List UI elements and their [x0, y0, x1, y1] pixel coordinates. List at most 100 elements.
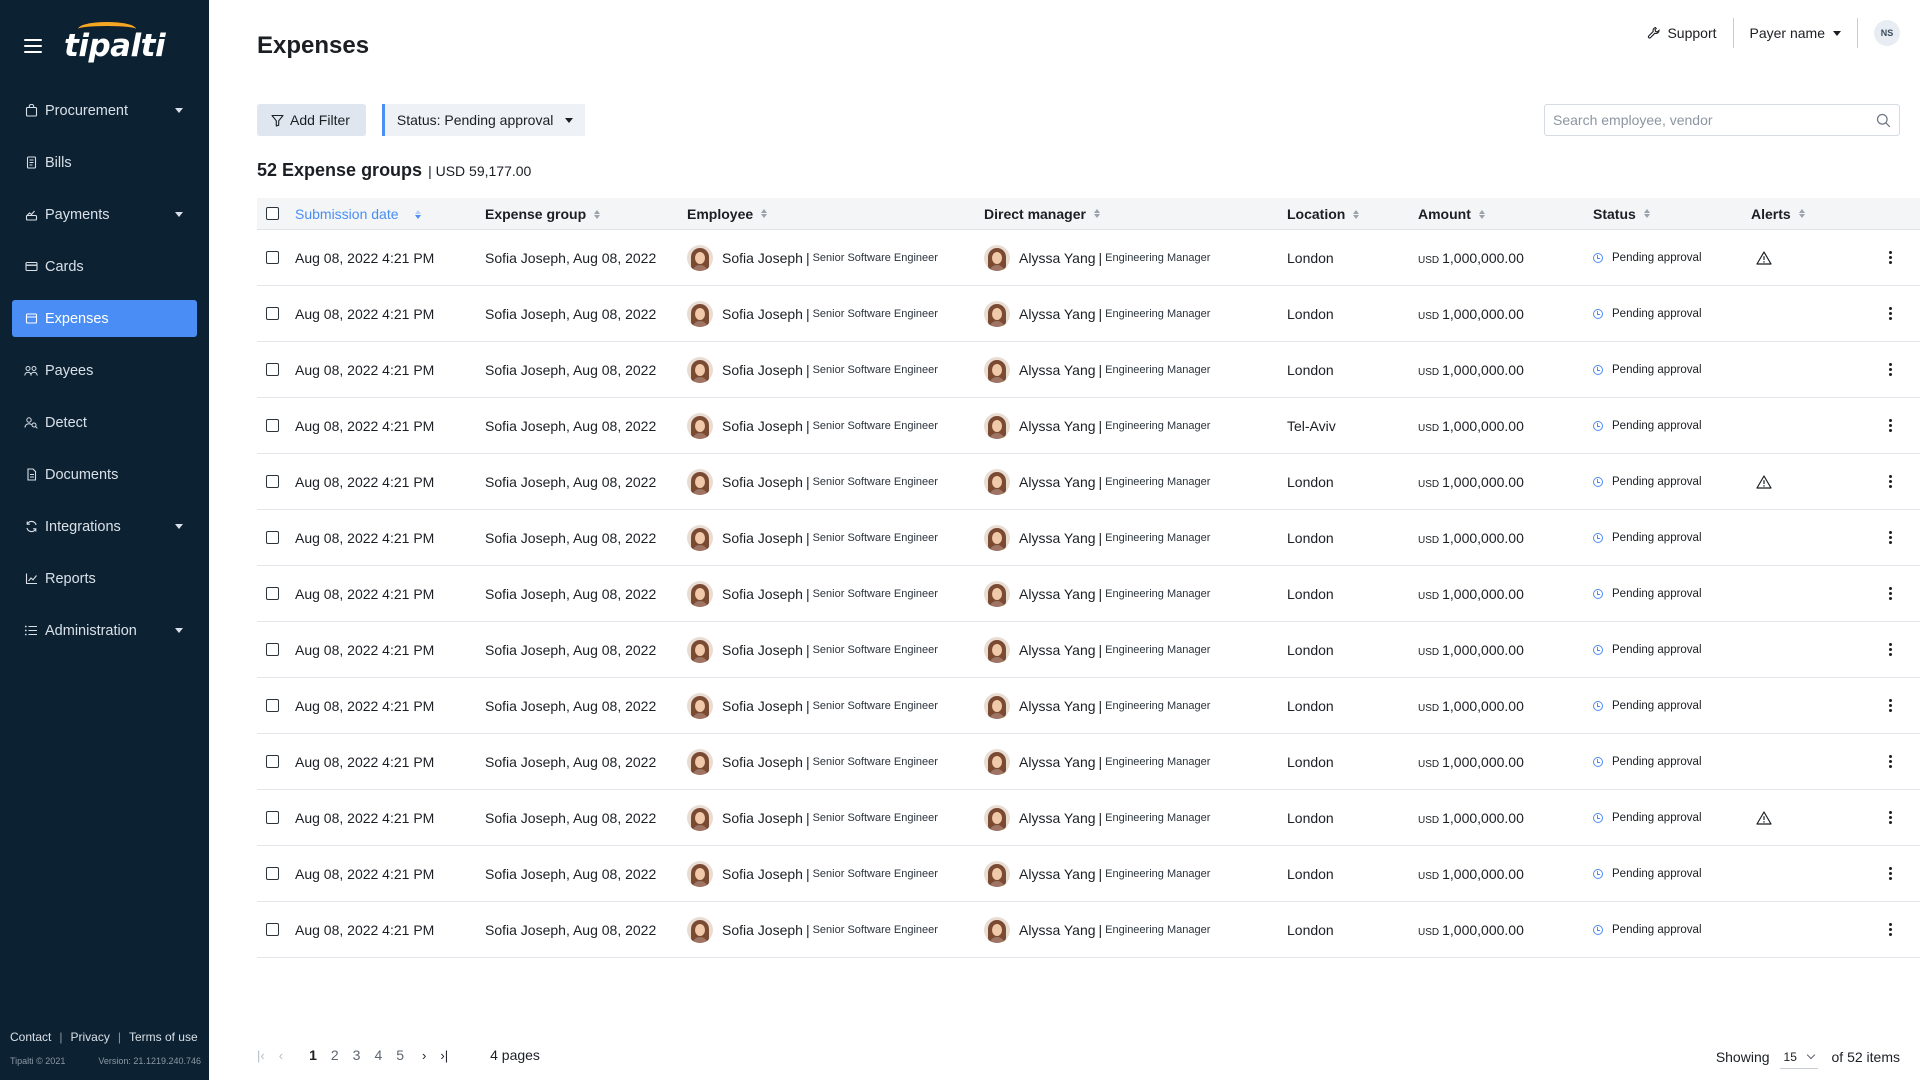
expense-group-cell[interactable]: Sofia Joseph, Aug 08, 2022 — [485, 362, 687, 378]
row-checkbox[interactable] — [266, 811, 279, 824]
table-row[interactable]: Aug 08, 2022 4:21 PM Sofia Joseph, Aug 08… — [257, 286, 1920, 342]
table-row[interactable]: Aug 08, 2022 4:21 PM Sofia Joseph, Aug 08… — [257, 230, 1920, 286]
expense-group-cell[interactable]: Sofia Joseph, Aug 08, 2022 — [485, 418, 687, 434]
user-avatar[interactable]: NS — [1874, 20, 1900, 46]
row-menu-icon[interactable] — [1889, 419, 1892, 432]
search-icon[interactable] — [1876, 113, 1891, 128]
table-row[interactable]: Aug 08, 2022 4:21 PM Sofia Joseph, Aug 08… — [257, 846, 1920, 902]
expense-group-cell[interactable]: Sofia Joseph, Aug 08, 2022 — [485, 474, 687, 490]
row-menu-icon[interactable] — [1889, 363, 1892, 376]
row-menu-icon[interactable] — [1889, 475, 1892, 488]
hamburger-menu-icon[interactable] — [24, 39, 42, 53]
row-menu-icon[interactable] — [1889, 643, 1892, 656]
row-checkbox[interactable] — [266, 251, 279, 264]
expense-group-cell[interactable]: Sofia Joseph, Aug 08, 2022 — [485, 642, 687, 658]
table-row[interactable]: Aug 08, 2022 4:21 PM Sofia Joseph, Aug 08… — [257, 454, 1920, 510]
sidebar-item-detect[interactable]: Detect — [12, 404, 197, 441]
expense-group-cell[interactable]: Sofia Joseph, Aug 08, 2022 — [485, 306, 687, 322]
expense-group-cell[interactable]: Sofia Joseph, Aug 08, 2022 — [485, 810, 687, 826]
warning-icon[interactable] — [1756, 474, 1772, 489]
row-checkbox[interactable] — [266, 587, 279, 600]
status-cell: Pending approval — [1593, 924, 1751, 936]
page-number[interactable]: 2 — [331, 1047, 339, 1063]
sidebar-item-integrations[interactable]: Integrations — [12, 508, 197, 545]
row-menu-icon[interactable] — [1889, 923, 1892, 936]
sidebar-item-payments[interactable]: Payments — [12, 196, 197, 233]
row-menu-icon[interactable] — [1889, 699, 1892, 712]
column-header-direct-manager[interactable]: Direct manager — [984, 206, 1287, 222]
column-header-amount[interactable]: Amount — [1418, 206, 1593, 222]
select-all-checkbox[interactable] — [266, 207, 279, 220]
expense-group-cell[interactable]: Sofia Joseph, Aug 08, 2022 — [485, 754, 687, 770]
table-row[interactable]: Aug 08, 2022 4:21 PM Sofia Joseph, Aug 08… — [257, 342, 1920, 398]
row-menu-icon[interactable] — [1889, 307, 1892, 320]
sidebar-item-documents[interactable]: Documents — [12, 456, 197, 493]
row-checkbox[interactable] — [266, 643, 279, 656]
table-row[interactable]: Aug 08, 2022 4:21 PM Sofia Joseph, Aug 08… — [257, 790, 1920, 846]
column-header-location[interactable]: Location — [1287, 206, 1418, 222]
manager-cell: Alyssa Yang | Engineering Manager — [984, 244, 1287, 271]
column-header-employee[interactable]: Employee — [687, 206, 984, 222]
table-row[interactable]: Aug 08, 2022 4:21 PM Sofia Joseph, Aug 08… — [257, 510, 1920, 566]
row-checkbox[interactable] — [266, 475, 279, 488]
page-number[interactable]: 4 — [374, 1047, 382, 1063]
first-page-icon[interactable]: |‹ — [257, 1048, 265, 1063]
sidebar-item-bills[interactable]: Bills — [12, 144, 197, 181]
add-filter-button[interactable]: Add Filter — [257, 104, 366, 136]
sidebar-item-reports[interactable]: Reports — [12, 560, 197, 597]
row-checkbox[interactable] — [266, 419, 279, 432]
terms-link[interactable]: Terms of use — [129, 1030, 198, 1044]
sidebar-item-expenses[interactable]: Expenses — [12, 300, 197, 337]
row-menu-icon[interactable] — [1889, 755, 1892, 768]
row-checkbox[interactable] — [266, 531, 279, 544]
expense-group-cell[interactable]: Sofia Joseph, Aug 08, 2022 — [485, 866, 687, 882]
expense-group-cell[interactable]: Sofia Joseph, Aug 08, 2022 — [485, 586, 687, 602]
prev-page-icon[interactable]: ‹ — [279, 1048, 283, 1063]
contact-link[interactable]: Contact — [10, 1030, 51, 1044]
page-number[interactable]: 5 — [396, 1047, 404, 1063]
sidebar-item-administration[interactable]: Administration — [12, 612, 197, 649]
table-row[interactable]: Aug 08, 2022 4:21 PM Sofia Joseph, Aug 08… — [257, 678, 1920, 734]
status-filter-chip[interactable]: Status: Pending approval — [381, 104, 586, 136]
column-header-alerts[interactable]: Alerts — [1751, 206, 1823, 222]
sidebar-item-procurement[interactable]: Procurement — [12, 92, 197, 129]
row-checkbox[interactable] — [266, 699, 279, 712]
row-checkbox[interactable] — [266, 363, 279, 376]
column-label: Location — [1287, 205, 1346, 222]
row-menu-icon[interactable] — [1889, 587, 1892, 600]
column-header-submission-date[interactable]: Submission date — [295, 206, 485, 222]
row-checkbox[interactable] — [266, 755, 279, 768]
row-checkbox[interactable] — [266, 307, 279, 320]
expense-group-cell[interactable]: Sofia Joseph, Aug 08, 2022 — [485, 250, 687, 266]
row-checkbox[interactable] — [266, 867, 279, 880]
payer-dropdown[interactable]: Payer name — [1734, 20, 1857, 46]
warning-icon[interactable] — [1756, 250, 1772, 265]
search-input[interactable] — [1553, 112, 1876, 128]
last-page-icon[interactable]: ›| — [440, 1048, 448, 1063]
warning-icon[interactable] — [1756, 810, 1772, 825]
row-menu-icon[interactable] — [1889, 531, 1892, 544]
table-row[interactable]: Aug 08, 2022 4:21 PM Sofia Joseph, Aug 08… — [257, 398, 1920, 454]
row-menu-icon[interactable] — [1889, 251, 1892, 264]
table-row[interactable]: Aug 08, 2022 4:21 PM Sofia Joseph, Aug 08… — [257, 902, 1920, 958]
table-row[interactable]: Aug 08, 2022 4:21 PM Sofia Joseph, Aug 08… — [257, 734, 1920, 790]
table-row[interactable]: Aug 08, 2022 4:21 PM Sofia Joseph, Aug 08… — [257, 622, 1920, 678]
column-header-status[interactable]: Status — [1593, 206, 1751, 222]
row-menu-icon[interactable] — [1889, 867, 1892, 880]
row-menu-icon[interactable] — [1889, 811, 1892, 824]
row-checkbox[interactable] — [266, 923, 279, 936]
column-header-expense-group[interactable]: Expense group — [485, 206, 687, 222]
expense-group-cell[interactable]: Sofia Joseph, Aug 08, 2022 — [485, 530, 687, 546]
expense-group-cell[interactable]: Sofia Joseph, Aug 08, 2022 — [485, 698, 687, 714]
expense-group-cell[interactable]: Sofia Joseph, Aug 08, 2022 — [485, 922, 687, 938]
page-number[interactable]: 3 — [353, 1047, 361, 1063]
sidebar-item-payees[interactable]: Payees — [12, 352, 197, 389]
table-row[interactable]: Aug 08, 2022 4:21 PM Sofia Joseph, Aug 08… — [257, 566, 1920, 622]
page-number[interactable]: 1 — [309, 1047, 317, 1063]
per-page-select[interactable]: 15 — [1779, 1045, 1818, 1069]
support-button[interactable]: Support — [1631, 20, 1732, 46]
tipalti-logo[interactable]: tipalti — [64, 22, 166, 64]
sidebar-item-cards[interactable]: Cards — [12, 248, 197, 285]
next-page-icon[interactable]: › — [422, 1048, 426, 1063]
privacy-link[interactable]: Privacy — [70, 1030, 109, 1044]
